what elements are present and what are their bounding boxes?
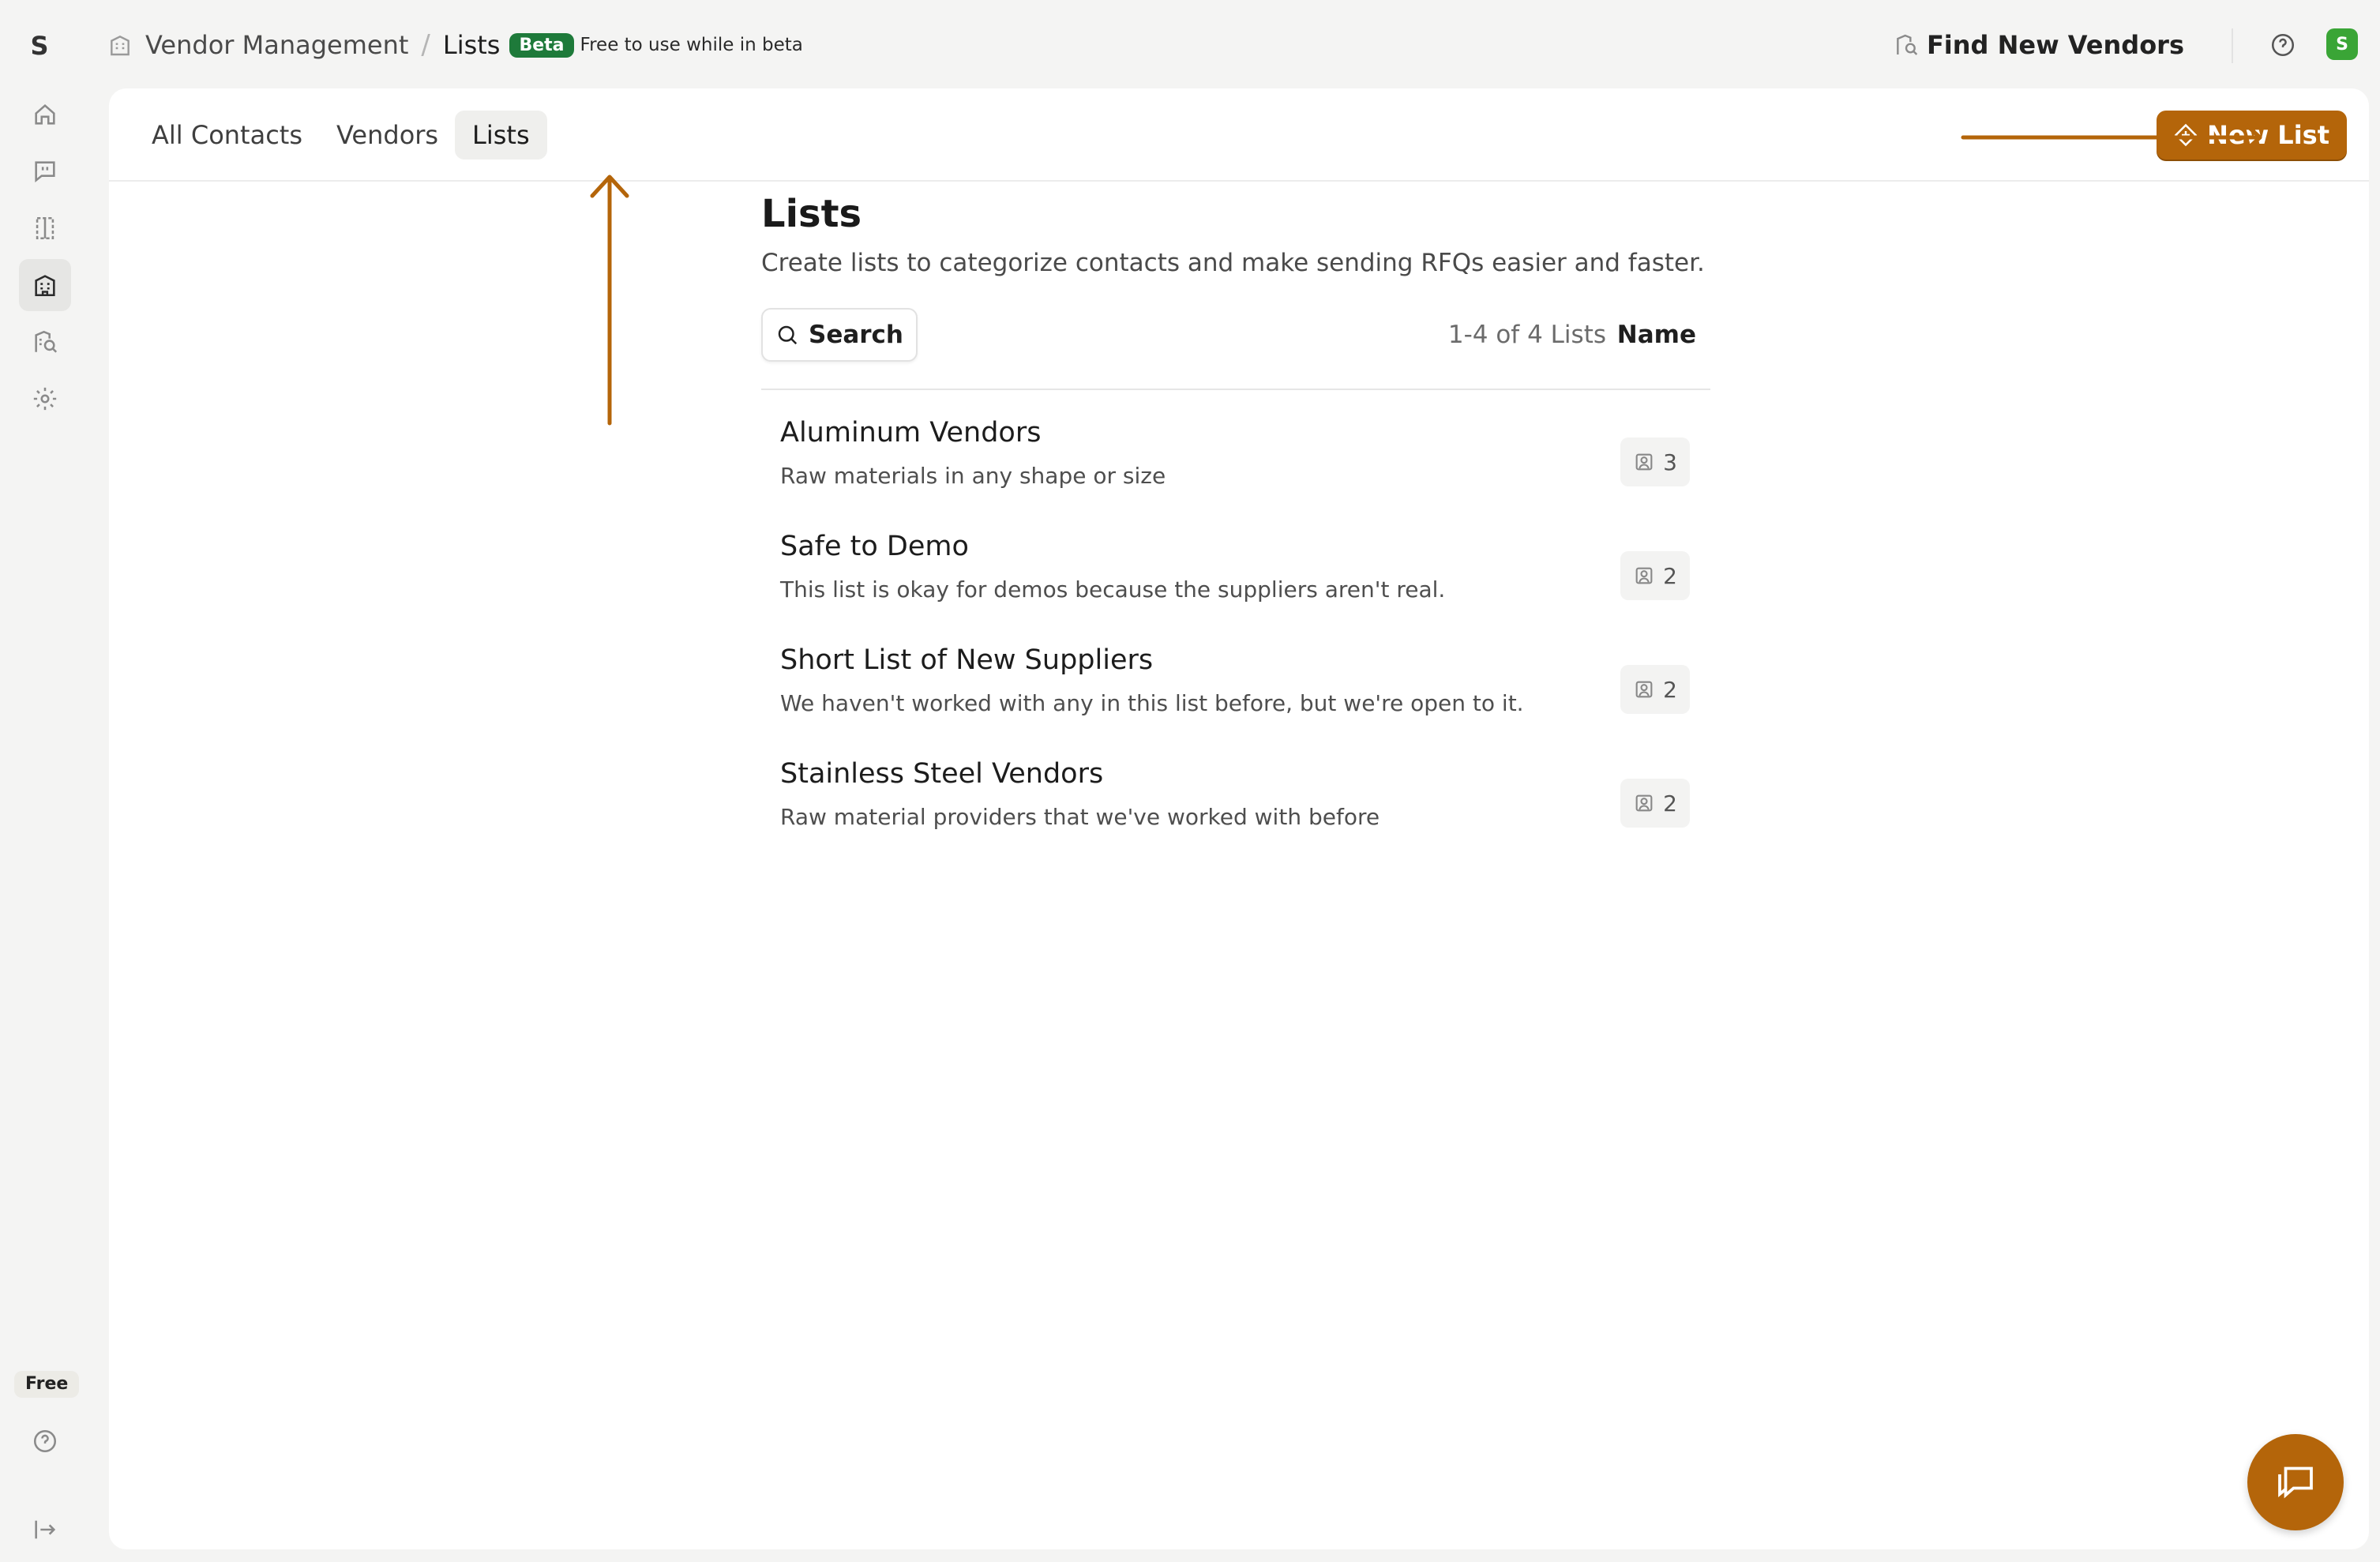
result-count: 1-4 of 4 Lists — [1447, 321, 1606, 349]
search-button[interactable]: Search — [761, 308, 918, 362]
contact-count-badge: 2 — [1620, 551, 1690, 600]
tab-all-contacts[interactable]: All Contacts — [134, 111, 320, 160]
main-panel: All Contacts Vendors Lists New List List… — [109, 88, 2369, 1549]
list-description: Raw materials in any shape or size — [780, 463, 1166, 489]
plan-badge[interactable]: Free — [14, 1371, 80, 1398]
tab-bar: All Contacts Vendors Lists New List — [109, 88, 2369, 182]
sidebar-item-settings[interactable] — [19, 373, 71, 425]
tab-lists[interactable]: Lists — [455, 111, 547, 160]
sidebar-item-quotes[interactable] — [19, 202, 71, 254]
list-name: Short List of New Suppliers — [780, 644, 1154, 676]
list-item[interactable]: Safe to Demo This list is okay for demos… — [761, 518, 1710, 632]
gear-icon — [33, 387, 57, 411]
home-icon — [35, 103, 55, 125]
annotation-arrow-up — [590, 175, 629, 426]
sidebar-item-home[interactable] — [19, 88, 71, 141]
list-item[interactable]: Stainless Steel Vendors Raw material pro… — [761, 745, 1710, 859]
breadcrumb: Vendor Management / Lists Beta Free to u… — [107, 27, 803, 63]
page-subtitle: Create lists to categorize contacts and … — [761, 249, 1705, 277]
diamond-plus-icon — [2174, 123, 2198, 147]
app-root: S Free Vendor Management / Lists Beta Fr… — [0, 0, 2380, 1562]
user-avatar[interactable]: S — [2326, 28, 2358, 60]
sidebar-item-messages[interactable] — [19, 145, 71, 197]
contact-count: 2 — [1663, 790, 1677, 817]
lists-content: Lists Create lists to categorize contact… — [761, 186, 1710, 859]
chat-support-button[interactable] — [2247, 1434, 2344, 1530]
help-circle-icon — [2271, 33, 2295, 57]
contact-card-icon — [1635, 681, 1653, 698]
list-name: Aluminum Vendors — [780, 417, 1042, 449]
page-title: Lists — [761, 192, 862, 236]
list-item[interactable]: Aluminum Vendors Raw materials in any sh… — [761, 404, 1710, 518]
logout-icon — [35, 1520, 56, 1539]
beta-badge: Beta — [509, 32, 574, 58]
contact-card-icon — [1635, 567, 1653, 584]
list-toolbar: Search 1-4 of 4 Lists Name — [761, 308, 1710, 390]
tab-vendors[interactable]: Vendors — [319, 111, 456, 160]
list-description: Raw material providers that we've worked… — [780, 804, 1380, 830]
workspace-logo[interactable]: S — [24, 24, 55, 68]
sort-by-name[interactable]: Name — [1617, 321, 1696, 349]
building-search-icon — [35, 330, 58, 353]
sidebar-item-find-vendors[interactable] — [19, 316, 71, 368]
sidebar-help-button[interactable] — [19, 1415, 71, 1467]
breadcrumb-separator: / — [421, 29, 430, 61]
building-search-icon — [1897, 34, 1918, 55]
sidebar-logout-button[interactable] — [19, 1504, 71, 1556]
sidebar-item-vendor-management[interactable] — [19, 259, 71, 311]
chat-icon — [2278, 1466, 2313, 1499]
help-button[interactable] — [2269, 32, 2296, 58]
building-icon — [35, 275, 55, 297]
beta-note: Free to use while in beta — [580, 35, 803, 55]
lists-list: Aluminum Vendors Raw materials in any sh… — [761, 404, 1710, 859]
new-list-label: New List — [2207, 120, 2329, 150]
contact-count: 2 — [1663, 562, 1677, 589]
left-rail: S Free — [0, 0, 95, 1562]
message-quote-icon — [35, 161, 55, 182]
contact-count: 3 — [1663, 449, 1677, 475]
list-description: We haven't worked with any in this list … — [780, 690, 1524, 716]
split-document-icon — [36, 216, 54, 240]
search-label: Search — [809, 321, 904, 349]
find-new-vendors-label: Find New Vendors — [1926, 30, 2184, 60]
breadcrumb-current: Lists — [442, 30, 501, 60]
find-new-vendors-button[interactable]: Find New Vendors — [1894, 27, 2184, 63]
contact-count-badge: 2 — [1620, 665, 1690, 714]
list-item[interactable]: Short List of New Suppliers We haven't w… — [761, 632, 1710, 745]
contact-count: 2 — [1663, 676, 1677, 703]
header-divider — [2232, 28, 2233, 63]
search-icon — [778, 325, 798, 345]
top-bar: Vendor Management / Lists Beta Free to u… — [95, 0, 2380, 88]
list-name: Safe to Demo — [780, 531, 969, 562]
contact-count-badge: 2 — [1620, 779, 1690, 828]
list-name: Stainless Steel Vendors — [780, 758, 1104, 790]
help-circle-icon — [33, 1429, 57, 1453]
building-icon — [111, 35, 130, 56]
contact-card-icon — [1635, 794, 1653, 812]
contact-card-icon — [1635, 453, 1653, 471]
breadcrumb-root[interactable]: Vendor Management — [145, 30, 408, 60]
list-description: This list is okay for demos because the … — [780, 576, 1446, 603]
new-list-button[interactable]: New List — [2157, 111, 2347, 160]
contact-count-badge: 3 — [1620, 437, 1690, 486]
